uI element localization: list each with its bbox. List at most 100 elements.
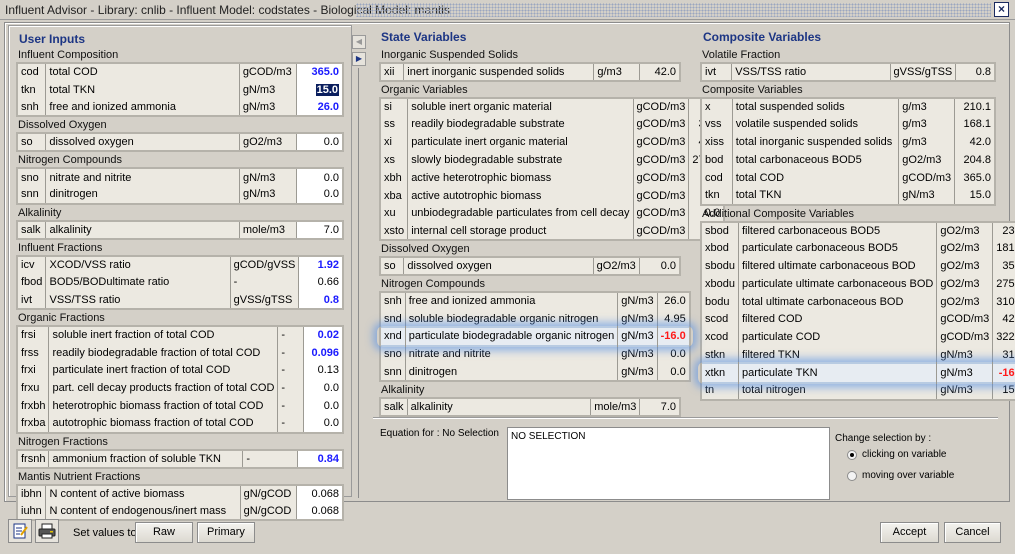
variable-value[interactable]: 0.66 (298, 273, 344, 292)
variable-row-xtkn[interactable]: xtknparticulate TKNgN/m3-16.0 (700, 363, 1015, 382)
variable-desc: internal cell storage product (407, 222, 634, 241)
variable-row-snn[interactable]: snn dinitrogen gN/m3 0.0 (379, 363, 691, 381)
variable-desc: dinitrogen (404, 363, 619, 381)
variable-row-snh[interactable]: snh free and ionized ammonia gN/m3 26.0 (379, 291, 691, 310)
edit-notes-button[interactable] (8, 519, 32, 543)
variable-value[interactable]: 0.02 (303, 325, 344, 344)
variable-table: salk alkalinity mole/m3 7.0 (16, 219, 344, 240)
variable-row-fbod[interactable]: fbod BOD5/BODultimate ratio -0.66 (16, 273, 344, 292)
variable-row-xii[interactable]: xii inert inorganic suspended solids g/m3 4… (379, 63, 681, 81)
variable-value[interactable]: 7.0 (295, 220, 344, 239)
variable-key: xsto (379, 222, 409, 241)
radio-clicking-on-variable[interactable]: clicking on variable (847, 449, 947, 460)
variable-value[interactable]: 0.068 (296, 484, 344, 503)
variable-desc: total ultimate carbonaceous BOD (737, 292, 938, 311)
variable-row-xs[interactable]: xsslowly biodegradable substrategCOD/m32… (379, 151, 725, 169)
variable-row-snn[interactable]: snn dinitrogen gN/m3 0.0 (16, 185, 344, 204)
variable-desc: readily biodegradable substrate (407, 115, 634, 134)
variable-row-xcod[interactable]: xcodparticulate CODgCOD/m3322.7 (700, 328, 1015, 347)
variable-row-bodu[interactable]: bodu total ultimate carbonaceous BOD gO2/m… (700, 292, 1015, 311)
variable-row-ss[interactable]: ss readily biodegradable substrate gCOD/m3… (379, 115, 725, 134)
equation-textarea[interactable]: NO SELECTION (507, 427, 830, 500)
variable-row-xu[interactable]: xu unbiodegradable particulates from cell… (379, 204, 725, 223)
expand-right-button[interactable]: ▶ (352, 52, 366, 66)
variable-row-frsnh[interactable]: frsnh ammonium fraction of soluble TKN -0.… (16, 449, 344, 468)
variable-value[interactable]: 1.92 (298, 255, 344, 274)
accept-button[interactable]: Accept (880, 522, 939, 543)
variable-value[interactable]: 15.0 (295, 80, 344, 99)
section-label: Nitrogen Compounds (381, 277, 485, 290)
variable-value[interactable]: 0.0 (295, 185, 344, 204)
variable-row-tkn[interactable]: tkn total TKN gN/m3 15.0 (16, 80, 344, 99)
variable-row-si[interactable]: sisoluble inert organic materialgCOD/m37… (379, 97, 725, 116)
divider (373, 417, 998, 419)
variable-row-frss[interactable]: frss readily biodegradable fraction of to… (16, 343, 344, 362)
primary-button[interactable]: Primary (197, 522, 255, 543)
variable-row-sno[interactable]: sno nitrate and nitrite gN/m3 0.0 (379, 345, 691, 364)
variable-row-tn[interactable]: tntotal nitrogengN/m315.0 (700, 381, 1015, 400)
print-button[interactable] (35, 519, 59, 543)
variable-row-xbodu[interactable]: xbodu particulate ultimate carbonaceous B… (700, 274, 1015, 293)
section-label: Organic Variables (381, 83, 468, 96)
variable-row-frxu[interactable]: frxu part. cell decay products fraction o… (16, 379, 344, 398)
radio-moving-over-variable[interactable]: moving over variable (847, 470, 954, 481)
variable-key: frxi (16, 361, 50, 380)
variable-row-snd[interactable]: snd soluble biodegradable organic nitroge… (379, 309, 691, 328)
variable-row-xbod[interactable]: xbod particulate carbonaceous BOD5 gO2/m3 1… (700, 239, 1015, 258)
variable-unit: gN/m3 (239, 168, 297, 186)
variable-row-sbod[interactable]: sbodfiltered carbonaceous BOD5gO2/m323.1 (700, 221, 1015, 240)
variable-value[interactable]: 0.0 (303, 414, 344, 433)
variable-row-ivt[interactable]: ivt VSS/TSS ratio gVSS/gTSS 0.8 (16, 291, 344, 309)
variable-row-xbh[interactable]: xbhactive heterotrophic biomassgCOD/m30.… (379, 168, 725, 187)
variable-value[interactable]: 0.8 (298, 291, 344, 309)
variable-row-vss[interactable]: vss volatile suspended solids g/m3 168.1 (700, 115, 996, 134)
variable-value[interactable]: 26.0 (295, 98, 344, 117)
cancel-button[interactable]: Cancel (944, 522, 1001, 543)
variable-row-xsto[interactable]: xsto internal cell storage product gCOD/m3… (379, 222, 725, 241)
raw-button[interactable]: Raw (135, 522, 193, 543)
variable-value[interactable]: 0.13 (303, 361, 344, 380)
variable-value[interactable]: 0.096 (303, 343, 344, 362)
variable-row-frxba[interactable]: frxba autotrophic biomass fraction of tot… (16, 414, 344, 433)
variable-row-frxbh[interactable]: frxbh heterotrophic biomass fraction of t… (16, 397, 344, 415)
variable-row-tkn[interactable]: tkn total TKN gN/m3 15.0 (700, 186, 996, 205)
variable-desc: total COD (45, 63, 240, 81)
variable-row-xnd[interactable]: xnd particulate biodegradable organic nit… (379, 327, 691, 346)
selected-value[interactable]: 15.0 (315, 83, 339, 96)
variable-key: iuhn (16, 502, 47, 521)
variable-row-iuhn[interactable]: iuhn N content of endogenous/inert mass gN… (16, 502, 344, 521)
variable-row-sno[interactable]: sno nitrate and nitrite gN/m3 0.0 (16, 168, 344, 186)
variable-row-snh[interactable]: snh free and ionized ammonia gN/m3 26.0 (16, 98, 344, 117)
variable-value[interactable]: 0.0 (303, 379, 344, 398)
variable-row-frsi[interactable]: frsi soluble inert fraction of total COD -… (16, 325, 344, 344)
variable-row-xba[interactable]: xbaactive autotrophic biomassgCOD/m30.0 (379, 186, 725, 205)
variable-row-ivt[interactable]: ivt VSS/TSS ratio gVSS/gTSS 0.8 (700, 63, 996, 81)
collapse-left-button[interactable]: ◀ (352, 35, 366, 49)
variable-row-xi[interactable]: xi particulate inert organic material gCOD… (379, 133, 725, 152)
variable-row-frxi[interactable]: frxi particulate inert fraction of total … (16, 361, 344, 380)
variable-value[interactable]: 0.0 (303, 397, 344, 415)
variable-row-cod[interactable]: cod total COD gCOD/m3 365.0 (16, 63, 344, 81)
variable-row-stkn[interactable]: stknfiltered TKNgN/m331.0 (700, 346, 1015, 364)
variable-value[interactable]: 0.068 (296, 502, 344, 521)
variable-row-icv[interactable]: icv XCOD/VSS ratio gCOD/gVSS 1.92 (16, 255, 344, 274)
variable-value[interactable]: 0.0 (295, 133, 344, 152)
variable-desc: particulate biodegradable organic nitrog… (404, 327, 619, 346)
variable-row-salk[interactable]: salk alkalinity mole/m3 7.0 (379, 397, 681, 416)
variable-row-x[interactable]: x total suspended solids g/m3 210.1 (700, 97, 996, 116)
variable-value[interactable]: 0.84 (296, 449, 344, 468)
variable-row-cod[interactable]: cod total COD gCOD/m3 365.0 (700, 168, 996, 187)
variable-row-xiss[interactable]: xiss total inorganic suspended solids g/m3… (700, 133, 996, 152)
variable-row-so[interactable]: so dissolved oxygen gO2/m3 0.0 (379, 257, 681, 275)
variable-row-scod[interactable]: scodfiltered CODgCOD/m342.3 (700, 310, 1015, 329)
variable-value[interactable]: 0.0 (295, 168, 344, 186)
variable-row-so[interactable]: so dissolved oxygen gO2/m3 0.0 (16, 133, 344, 152)
splitter[interactable] (358, 68, 359, 498)
variable-row-ibhn[interactable]: ibhn N content of active biomass gN/gCOD 0.… (16, 484, 344, 503)
variable-row-bod[interactable]: bod total carbonaceous BOD5 gO2/m3 204.8 (700, 151, 996, 169)
variable-value[interactable]: 365.0 (295, 63, 344, 81)
close-icon[interactable]: × (994, 2, 1009, 17)
variable-row-salk[interactable]: salk alkalinity mole/m3 7.0 (16, 220, 344, 239)
variable-key: xbod (700, 239, 739, 258)
variable-row-sbodu[interactable]: sbodu filtered ultimate carbonaceous BOD g… (700, 257, 1015, 275)
